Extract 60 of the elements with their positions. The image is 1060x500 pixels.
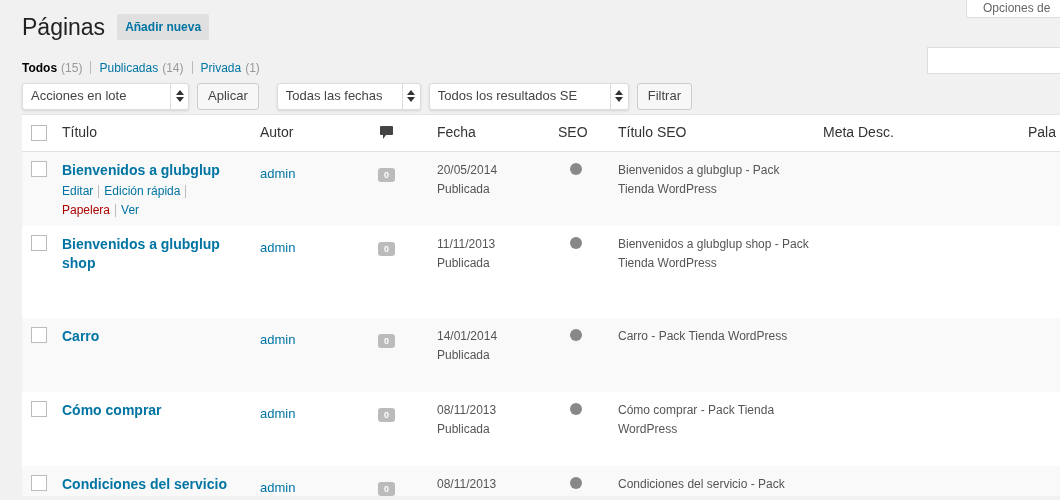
select-arrows-icon xyxy=(615,90,624,102)
apply-button[interactable]: Aplicar xyxy=(197,82,259,110)
filter-button[interactable]: Filtrar xyxy=(636,82,692,110)
seo-title-text: Bienvenidos a glubglup - Pack Tienda WordPress xyxy=(618,161,781,198)
filter-count: (1) xyxy=(245,59,260,77)
publish-status: Publicada xyxy=(437,420,491,438)
row-action-link[interactable]: Edición rápida xyxy=(104,181,181,201)
column-header[interactable]: Fecha xyxy=(437,122,476,143)
seo-title-text: Carro - Pack Tienda WordPress xyxy=(618,327,789,345)
seo-title-text: Cómo comprar - Pack Tienda WordPress xyxy=(618,401,776,438)
column-header[interactable]: Título SEO xyxy=(618,122,687,143)
author-link[interactable]: admin xyxy=(260,405,296,421)
filter-count: (15) xyxy=(61,59,83,77)
publish-status: Publicada xyxy=(437,254,491,272)
filter-link[interactable]: Privada xyxy=(200,58,242,77)
select-dropdown[interactable]: Todas las fechas xyxy=(276,82,421,110)
publish-date: 11/11/2013 xyxy=(437,235,497,253)
column-header[interactable]: Pala xyxy=(1028,122,1057,143)
author-link[interactable]: admin xyxy=(260,165,296,181)
row-checkbox[interactable] xyxy=(30,400,47,417)
filter-link[interactable]: Todos xyxy=(22,58,58,77)
page-title: Páginas xyxy=(22,13,106,42)
page-title-link[interactable]: Cómo comprar xyxy=(62,400,250,420)
filter-count: (14) xyxy=(162,59,184,77)
row-action-link[interactable]: Papelera xyxy=(62,200,111,220)
publish-date: 20/05/2014 xyxy=(437,161,499,179)
select-arrows-icon xyxy=(175,90,184,102)
row-action-link[interactable]: Ver xyxy=(121,200,140,220)
row-action-link[interactable]: Editar xyxy=(62,181,94,201)
author-link[interactable]: admin xyxy=(260,331,296,347)
add-new-button[interactable]: Añadir nueva xyxy=(117,14,210,41)
publish-date: 08/11/2013 xyxy=(437,475,498,493)
page-title-link[interactable]: Carro xyxy=(62,326,250,346)
column-header[interactable]: SEO xyxy=(558,122,588,143)
page-title-link[interactable]: Bienvenidos a glubglup xyxy=(62,160,250,180)
publish-date: 14/01/2014 xyxy=(437,327,499,345)
seo-title-text: Condiciones del servicio - Pack xyxy=(618,475,786,493)
select-dropdown[interactable]: Acciones en lote xyxy=(22,82,189,110)
column-header[interactable]: Meta Desc. xyxy=(823,122,894,143)
select-dropdown[interactable]: Todos los resultados SE xyxy=(428,82,629,110)
seo-title-text: Bienvenidos a glubglup shop - Pack Tienda WordPress xyxy=(618,235,810,272)
column-header[interactable]: Título xyxy=(62,122,97,143)
row-checkbox[interactable] xyxy=(30,474,47,491)
row-checkbox[interactable] xyxy=(30,160,47,177)
page-title-link[interactable]: Bienvenidos a glubglup shop xyxy=(62,234,250,273)
publish-status: Publicada xyxy=(437,180,491,198)
page-title-link[interactable]: Condiciones del servicio xyxy=(62,474,250,494)
author-link[interactable]: admin xyxy=(260,239,296,255)
select-arrows-icon xyxy=(407,90,416,102)
row-checkbox[interactable] xyxy=(30,326,47,343)
column-header[interactable]: Autor xyxy=(260,122,294,143)
select-all-checkbox[interactable] xyxy=(30,124,47,141)
author-link[interactable]: admin xyxy=(260,479,296,495)
row-checkbox[interactable] xyxy=(30,234,47,251)
screen-options-tab[interactable]: Opciones de xyxy=(966,0,1060,18)
search-field[interactable] xyxy=(927,47,1060,74)
publish-date: 08/11/2013 xyxy=(437,401,498,419)
speech-bubble-icon xyxy=(380,125,393,140)
filter-link[interactable]: Publicadas xyxy=(99,58,159,77)
publish-status: Publicada xyxy=(437,346,491,364)
